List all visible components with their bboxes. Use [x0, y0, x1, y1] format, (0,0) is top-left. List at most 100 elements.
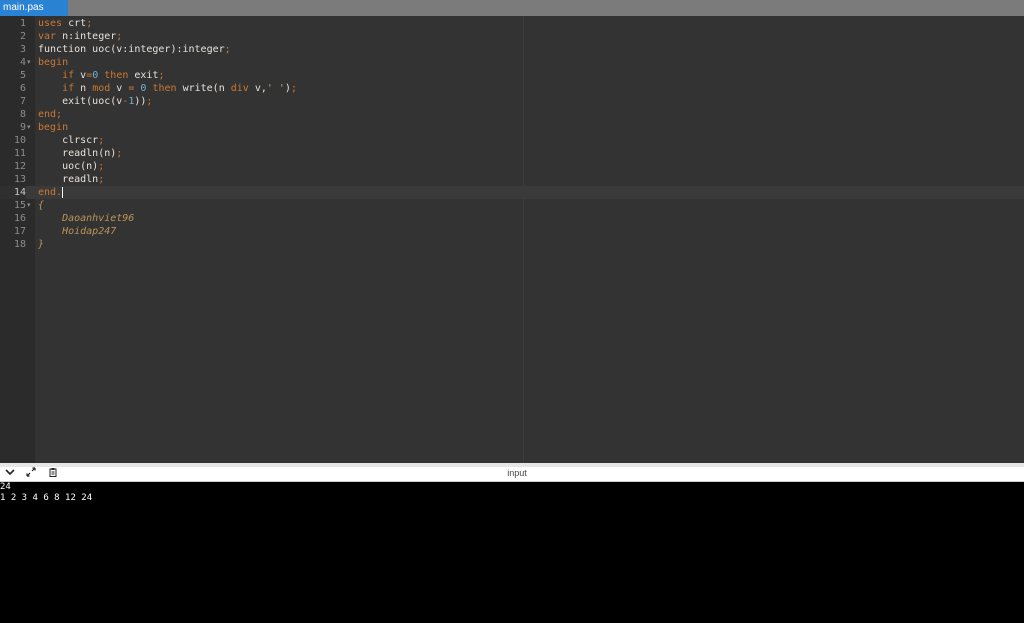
- code-token: if: [62, 70, 75, 81]
- code-line[interactable]: 12 uoc(n);: [0, 160, 1024, 173]
- code-text: readln(n);: [38, 147, 122, 160]
- line-number: 8: [19, 109, 26, 120]
- line-number: 6: [19, 83, 26, 94]
- tab-label: main.pas: [3, 2, 44, 13]
- code-line[interactable]: 14 end.: [0, 186, 1024, 199]
- code-line[interactable]: 11 readln(n);: [0, 147, 1024, 160]
- code-token: exit(uoc(v: [38, 96, 123, 107]
- line-number: 18: [13, 239, 26, 250]
- io-console[interactable]: 24 1 2 3 4 6 8 12 24: [0, 482, 1024, 623]
- code-token: exit: [128, 70, 159, 81]
- code-token: ;: [98, 135, 105, 146]
- code-token: )): [134, 96, 147, 107]
- line-number: 11: [13, 148, 26, 159]
- code-token: clrscr: [38, 135, 99, 146]
- code-token: begin: [38, 57, 69, 68]
- code-token: Daoanhviet96: [38, 213, 135, 224]
- line-number: 10: [13, 135, 26, 146]
- code-text: if v=0 then exit;: [38, 69, 165, 82]
- text-cursor: [62, 186, 64, 198]
- code-token: }: [38, 239, 45, 250]
- code-line[interactable]: 17 Hoidap247: [0, 225, 1024, 238]
- code-token: ;: [116, 31, 123, 42]
- code-line[interactable]: 8 end;: [0, 108, 1024, 121]
- code-line[interactable]: 2 var n:integer;: [0, 30, 1024, 43]
- code-line[interactable]: 7 exit(uoc(v-1));: [0, 95, 1024, 108]
- code-line[interactable]: 1 uses crt;: [0, 17, 1024, 30]
- code-token: ;: [86, 18, 93, 29]
- code-text: begin: [38, 56, 68, 69]
- code-token: readln(n): [38, 148, 117, 159]
- code-token: ;: [158, 70, 165, 81]
- code-token: ;: [98, 174, 105, 185]
- code-token: ' ': [266, 83, 285, 94]
- code-token: {: [38, 200, 45, 211]
- code-token: uses: [38, 18, 63, 29]
- code-text: {: [38, 199, 44, 212]
- fold-toggle-icon[interactable]: ▾: [27, 56, 34, 69]
- code-text: exit(uoc(v-1));: [38, 95, 152, 108]
- code-line[interactable]: 9 ▾ begin: [0, 121, 1024, 134]
- code-text: end.: [38, 186, 64, 199]
- code-line[interactable]: 18}: [0, 238, 1024, 251]
- code-text: }: [38, 238, 44, 251]
- expand-icon[interactable]: [24, 467, 38, 482]
- panel-title: input: [507, 468, 527, 478]
- code-text: uses crt;: [38, 17, 92, 30]
- clipboard-icon[interactable]: [46, 467, 60, 482]
- code-token: v: [110, 83, 129, 94]
- code-token: var: [38, 31, 57, 42]
- code-token: n: [74, 83, 93, 94]
- code-token: begin: [38, 122, 69, 133]
- code-editor[interactable]: 1 uses crt; 2 var n:integer; 3 function uoc(v…: [0, 16, 1024, 463]
- code-token: ;: [224, 44, 231, 55]
- code-line[interactable]: 10 clrscr;: [0, 134, 1024, 147]
- code-text: uoc(n);: [38, 160, 104, 173]
- code-line[interactable]: 16 Daoanhviet96: [0, 212, 1024, 225]
- line-number: 13: [13, 174, 26, 185]
- tab-main-pas[interactable]: main.pas: [0, 0, 68, 16]
- console-line: 1 2 3 4 6 8 12 24: [0, 493, 93, 503]
- code-line[interactable]: 6 if n mod v = 0 then write(n div v,' ')…: [0, 82, 1024, 95]
- code-line[interactable]: 4 ▾ begin: [0, 56, 1024, 69]
- line-number: 1: [19, 18, 26, 29]
- line-number: 7: [19, 96, 26, 107]
- code-token: write(n: [176, 83, 231, 94]
- code-text: if n mod v = 0 then write(n div v,' ');: [38, 82, 297, 95]
- code-token: v,: [248, 83, 267, 94]
- io-panel-header: input: [0, 467, 1024, 482]
- code-token: ;: [146, 96, 153, 107]
- chevron-down-icon[interactable]: [3, 467, 17, 482]
- code-text: var n:integer;: [38, 30, 122, 43]
- code-token: if: [62, 83, 75, 94]
- code-token: Hoidap247: [38, 226, 117, 237]
- code-token: then: [104, 70, 129, 81]
- fold-toggle-icon[interactable]: ▾: [27, 121, 34, 134]
- code-line[interactable]: 15 ▾ {: [0, 199, 1024, 212]
- code-token: ;: [98, 161, 105, 172]
- line-number: 4: [19, 57, 26, 68]
- code-text: begin: [38, 121, 68, 134]
- code-line[interactable]: 13 readln;: [0, 173, 1024, 186]
- line-number: 16: [13, 213, 26, 224]
- fold-toggle-icon[interactable]: ▾: [27, 199, 34, 212]
- code-token: end.: [38, 187, 63, 198]
- code-token: readln: [38, 174, 99, 185]
- line-number: 12: [13, 161, 26, 172]
- code-token: ;: [116, 148, 123, 159]
- tab-bar: main.pas: [0, 0, 1024, 16]
- line-number: 14: [0, 186, 26, 199]
- code-token: uoc(n): [38, 161, 99, 172]
- code-line[interactable]: 5 if v=0 then exit;: [0, 69, 1024, 82]
- line-number: 17: [13, 226, 26, 237]
- console-line: 24: [0, 482, 11, 492]
- line-number: 15: [13, 200, 26, 211]
- code-text: function uoc(v:integer):integer;: [38, 43, 231, 56]
- code-token: v: [74, 70, 87, 81]
- line-number: 5: [19, 70, 26, 81]
- code-line[interactable]: 3 function uoc(v:integer):integer;: [0, 43, 1024, 56]
- code-text: readln;: [38, 173, 104, 186]
- line-number: 2: [19, 31, 26, 42]
- line-number: 3: [19, 44, 26, 55]
